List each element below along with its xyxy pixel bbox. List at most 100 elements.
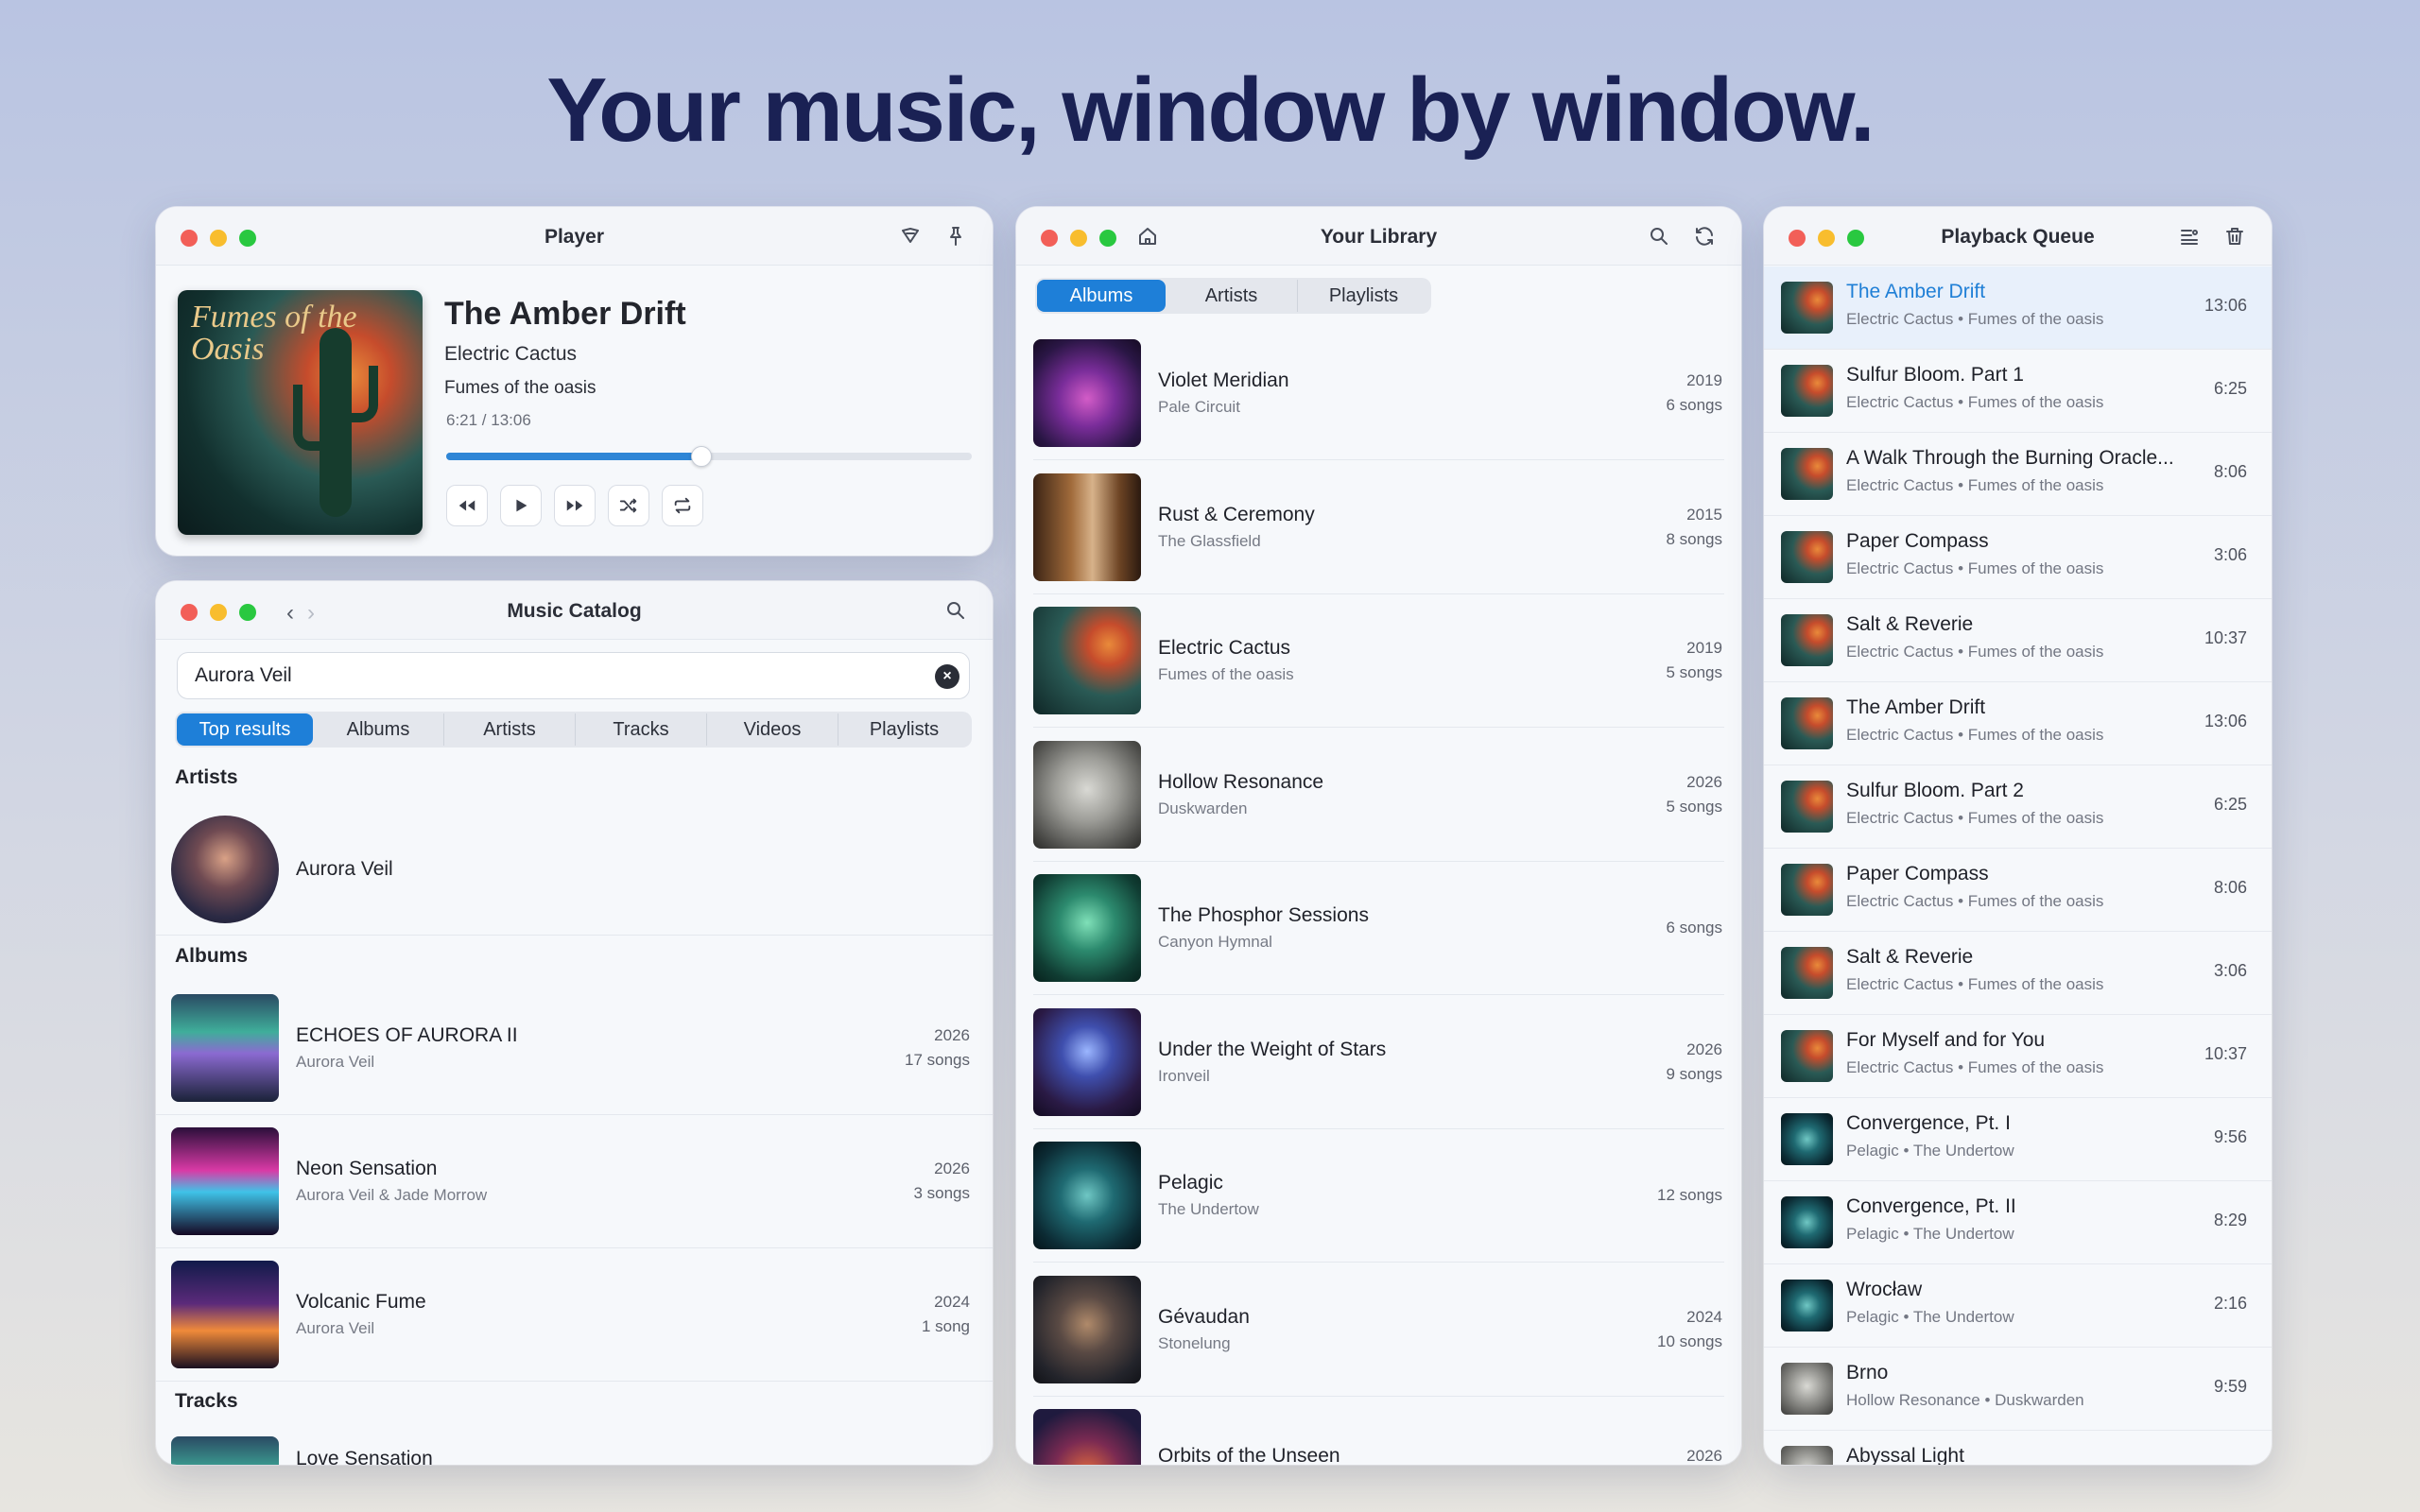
now-playing-artist[interactable]: Electric Cactus (444, 343, 577, 366)
library-album-row[interactable]: Rust & Ceremony The Glassfield 2015 8 songs (1033, 472, 1722, 583)
album-title: ECHOES OF AURORA II (296, 1024, 518, 1046)
queue-item[interactable]: Sulfur Bloom. Part 2 Electric Cactus • Fu… (1764, 765, 2272, 849)
album-year: 2024 (1686, 1307, 1722, 1326)
album-artist: Canyon Hymnal (1158, 933, 1272, 951)
tab-tracks[interactable]: Tracks (576, 713, 707, 746)
tab-artists[interactable]: Artists (1166, 280, 1298, 312)
pin-icon[interactable] (943, 224, 968, 249)
library-album-row[interactable]: Violet Meridian Pale Circuit 2019 6 songs (1033, 339, 1722, 449)
queue-item[interactable]: Convergence, Pt. I Pelagic • The Undertow… (1764, 1098, 2272, 1181)
library-album-row[interactable]: Pelagic The Undertow 12 songs (1033, 1142, 1722, 1251)
artist-result[interactable]: Aurora Veil (171, 816, 984, 923)
queue-item-subtitle: Electric Cactus • Fumes of the oasis (1846, 975, 2104, 993)
queue-item[interactable]: Paper Compass Electric Cactus • Fumes of … (1764, 516, 2272, 599)
queue-item-cover (1781, 614, 1833, 666)
album-artist: The Undertow (1158, 1200, 1259, 1218)
library-album-row[interactable]: Hollow Resonance Duskwarden 2026 5 songs (1033, 740, 1722, 850)
queue-item[interactable]: Paper Compass Electric Cactus • Fumes of … (1764, 849, 2272, 932)
album-title: Orbits of the Unseen (1158, 1445, 1340, 1465)
tab-artists[interactable]: Artists (444, 713, 576, 746)
library-filter-tabs: Albums Artists Playlists (1035, 278, 1431, 314)
artist-avatar (171, 816, 279, 923)
album-cover (1033, 1409, 1141, 1465)
album-cover (171, 994, 279, 1102)
queue-item[interactable]: The Amber Drift Electric Cactus • Fumes o… (1764, 682, 2272, 765)
album-song-count: 1 song (921, 1317, 970, 1335)
tab-top-results[interactable]: Top results (177, 713, 313, 746)
album-title: Electric Cactus (1158, 637, 1291, 659)
queue-item[interactable]: Abyssal Light (1764, 1431, 2272, 1465)
queue-item-title: Brno (1846, 1362, 1889, 1383)
queue-item-title: The Amber Drift (1846, 696, 1986, 718)
refresh-icon[interactable] (1692, 224, 1717, 249)
queue-item[interactable]: Salt & Reverie Electric Cactus • Fumes of… (1764, 599, 2272, 682)
fast-forward-button[interactable] (554, 485, 596, 526)
album-row[interactable]: Neon Sensation Aurora Veil & Jade Morrow 2… (171, 1127, 970, 1237)
queue-item-title: Paper Compass (1846, 530, 1989, 552)
search-icon[interactable] (943, 598, 968, 623)
album-cover (171, 1261, 279, 1368)
queue-item-cover (1781, 282, 1833, 334)
shuffle-button[interactable] (608, 485, 649, 526)
album-row[interactable]: Volcanic Fume Aurora Veil 2024 1 song (171, 1261, 970, 1370)
album-title: Hollow Resonance (1158, 770, 1324, 793)
album-song-count: 3 songs (913, 1184, 970, 1202)
album-song-count: 12 songs (1657, 1186, 1722, 1204)
clear-search-icon[interactable]: × (935, 664, 959, 689)
queue-item[interactable]: For Myself and for You Electric Cactus • … (1764, 1015, 2272, 1098)
search-icon[interactable] (1647, 224, 1671, 249)
queue-item-subtitle: Electric Cactus • Fumes of the oasis (1846, 643, 2104, 661)
queue-item[interactable]: Salt & Reverie Electric Cactus • Fumes of… (1764, 932, 2272, 1015)
library-album-row[interactable]: Gévaudan Stonelung 2024 10 songs (1033, 1275, 1722, 1385)
queue-window: Playback Queue The Amber Drift Electric C… (1764, 207, 2272, 1465)
fast-forward-icon (566, 500, 583, 511)
album-song-count: 5 songs (1666, 663, 1722, 681)
now-playing-album[interactable]: Fumes of the oasis (444, 378, 596, 399)
progress-slider[interactable] (446, 446, 972, 467)
queue-item[interactable]: The Amber Drift Electric Cactus • Fumes o… (1764, 266, 2272, 350)
tab-albums[interactable]: Albums (313, 713, 444, 746)
queue-item-title: Salt & Reverie (1846, 613, 1974, 635)
queue-item[interactable]: Brno Hollow Resonance • Duskwarden 9:59 (1764, 1348, 2272, 1431)
player-title: Player (544, 226, 605, 248)
queue-list-icon[interactable] (2177, 224, 2202, 249)
album-song-count: 6 songs (1666, 919, 1722, 936)
album-row[interactable]: ECHOES OF AURORA II Aurora Veil 2026 17 son… (171, 994, 970, 1104)
album-artist: The Glassfield (1158, 531, 1261, 550)
tab-playlists[interactable]: Playlists (838, 713, 970, 746)
track-result-partial[interactable]: Love Sensation (171, 1436, 970, 1465)
play-button[interactable] (500, 485, 542, 526)
queue-item[interactable]: Wrocław Pelagic • The Undertow 2:16 (1764, 1264, 2272, 1348)
album-cover (1033, 1142, 1141, 1249)
now-playing-title: The Amber Drift (444, 296, 686, 332)
album-artist: Aurora Veil (296, 1053, 375, 1071)
divider (1033, 1395, 1724, 1397)
queue-item-duration: 6:25 (2213, 379, 2247, 398)
tab-albums[interactable]: Albums (1037, 280, 1166, 312)
queue-item-duration: 13:06 (2204, 296, 2247, 315)
album-year: 2026 (1686, 1040, 1722, 1058)
catalog-search-input[interactable]: Aurora Veil × (177, 652, 970, 699)
library-album-row[interactable]: Orbits of the Unseen 2026 (1033, 1409, 1722, 1465)
tab-videos[interactable]: Videos (707, 713, 838, 746)
queue-item[interactable]: A Walk Through the Burning Oracle... Elec… (1764, 433, 2272, 516)
queue-item-duration: 8:06 (2213, 462, 2247, 481)
queue-item-title: Sulfur Bloom. Part 1 (1846, 364, 2024, 386)
album-title: Volcanic Fume (296, 1291, 426, 1313)
album-title: Rust & Ceremony (1158, 503, 1315, 525)
lyrics-icon[interactable] (898, 224, 923, 249)
progress-knob[interactable] (690, 446, 712, 467)
library-album-row[interactable]: The Phosphor Sessions Canyon Hymnal 6 song… (1033, 874, 1722, 984)
progress-fill (446, 453, 701, 460)
repeat-button[interactable] (662, 485, 703, 526)
tab-playlists[interactable]: Playlists (1298, 280, 1429, 312)
library-album-row[interactable]: Under the Weight of Stars Ironveil 2026 9 s… (1033, 1007, 1722, 1118)
rewind-button[interactable] (446, 485, 488, 526)
queue-item-cover (1781, 1446, 1833, 1465)
trash-icon[interactable] (2222, 224, 2247, 249)
album-title: Neon Sensation (296, 1158, 438, 1179)
queue-item[interactable]: Convergence, Pt. II Pelagic • The Underto… (1764, 1181, 2272, 1264)
queue-item[interactable]: Sulfur Bloom. Part 1 Electric Cactus • Fu… (1764, 350, 2272, 433)
album-cover (1033, 1007, 1141, 1116)
library-album-row[interactable]: Electric Cactus Fumes of the oasis 2019 5 s… (1033, 607, 1722, 716)
